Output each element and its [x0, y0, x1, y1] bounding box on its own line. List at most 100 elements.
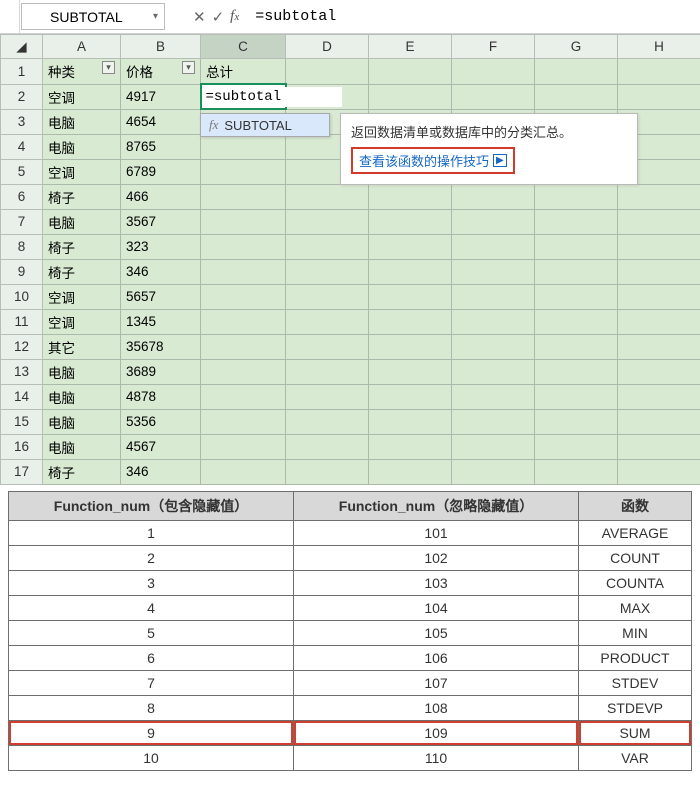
cell-C16[interactable]: [201, 434, 286, 459]
cell-A15[interactable]: 电脑: [43, 409, 121, 434]
cell-F14[interactable]: [452, 384, 535, 409]
cell-A17[interactable]: 椅子: [43, 459, 121, 484]
confirm-icon[interactable]: ✓: [212, 8, 225, 26]
row-header[interactable]: 1: [1, 59, 43, 85]
cell-H2[interactable]: [618, 84, 700, 109]
col-header-A[interactable]: A: [43, 35, 121, 59]
filter-icon[interactable]: ▾: [182, 61, 195, 74]
cell-G1[interactable]: [535, 59, 618, 85]
cell-E8[interactable]: [369, 234, 452, 259]
chevron-down-icon[interactable]: ▾: [153, 11, 158, 22]
row-header[interactable]: 7: [1, 209, 43, 234]
cell-H7[interactable]: [618, 209, 700, 234]
cancel-icon[interactable]: ✕: [193, 8, 206, 26]
cell-F12[interactable]: [452, 334, 535, 359]
cell-E2[interactable]: [369, 84, 452, 109]
cell-H11[interactable]: [618, 309, 700, 334]
autocomplete-item[interactable]: fx SUBTOTAL: [201, 114, 329, 136]
cell-B17[interactable]: 346: [121, 459, 201, 484]
cell-F6[interactable]: [452, 184, 535, 209]
cell-F17[interactable]: [452, 459, 535, 484]
cell-F8[interactable]: [452, 234, 535, 259]
cell-A5[interactable]: 空调: [43, 159, 121, 184]
cell-E1[interactable]: [369, 59, 452, 85]
cell-D13[interactable]: [286, 359, 369, 384]
cell-D15[interactable]: [286, 409, 369, 434]
cell-D1[interactable]: [286, 59, 369, 85]
cell-A6[interactable]: 椅子: [43, 184, 121, 209]
cell-C7[interactable]: [201, 209, 286, 234]
cell-A16[interactable]: 电脑: [43, 434, 121, 459]
col-header-D[interactable]: D: [286, 35, 369, 59]
cell-D12[interactable]: [286, 334, 369, 359]
cell-H6[interactable]: [618, 184, 700, 209]
cell-A12[interactable]: 其它: [43, 334, 121, 359]
cell-G14[interactable]: [535, 384, 618, 409]
cell-A1[interactable]: 种类▾: [43, 59, 121, 85]
cell-H10[interactable]: [618, 284, 700, 309]
cell-F15[interactable]: [452, 409, 535, 434]
cell-B8[interactable]: 323: [121, 234, 201, 259]
cell-C6[interactable]: [201, 184, 286, 209]
cell-D6[interactable]: [286, 184, 369, 209]
row-header[interactable]: 8: [1, 234, 43, 259]
col-header-F[interactable]: F: [452, 35, 535, 59]
cell-C9[interactable]: [201, 259, 286, 284]
cell-F2[interactable]: [452, 84, 535, 109]
cell-G9[interactable]: [535, 259, 618, 284]
row-header[interactable]: 17: [1, 459, 43, 484]
cell-B5[interactable]: 6789: [121, 159, 201, 184]
cell-C10[interactable]: [201, 284, 286, 309]
filter-icon[interactable]: ▾: [102, 61, 115, 74]
cell-C14[interactable]: [201, 384, 286, 409]
tooltip-link[interactable]: 查看该函数的操作技巧 ▶: [351, 147, 515, 174]
cell-E14[interactable]: [369, 384, 452, 409]
cell-H9[interactable]: [618, 259, 700, 284]
cell-C2[interactable]: =subtotal: [201, 84, 286, 109]
row-header[interactable]: 4: [1, 134, 43, 159]
cell-B6[interactable]: 466: [121, 184, 201, 209]
cell-F16[interactable]: [452, 434, 535, 459]
row-header[interactable]: 16: [1, 434, 43, 459]
cell-C17[interactable]: [201, 459, 286, 484]
cell-G12[interactable]: [535, 334, 618, 359]
cell-C4[interactable]: [201, 134, 286, 159]
cell-G10[interactable]: [535, 284, 618, 309]
cell-B15[interactable]: 5356: [121, 409, 201, 434]
cell-H15[interactable]: [618, 409, 700, 434]
cell-C5[interactable]: [201, 159, 286, 184]
cell-A2[interactable]: 空调: [43, 84, 121, 109]
cell-F1[interactable]: [452, 59, 535, 85]
cell-B16[interactable]: 4567: [121, 434, 201, 459]
cell-D14[interactable]: [286, 384, 369, 409]
active-cell-editor[interactable]: =subtotal: [202, 87, 342, 107]
cell-B10[interactable]: 5657: [121, 284, 201, 309]
cell-E11[interactable]: [369, 309, 452, 334]
fx-icon[interactable]: fx: [230, 8, 239, 25]
row-header[interactable]: 12: [1, 334, 43, 359]
cell-H1[interactable]: [618, 59, 700, 85]
cell-B9[interactable]: 346: [121, 259, 201, 284]
row-header[interactable]: 10: [1, 284, 43, 309]
cell-B7[interactable]: 3567: [121, 209, 201, 234]
row-header[interactable]: 13: [1, 359, 43, 384]
cell-H8[interactable]: [618, 234, 700, 259]
row-header[interactable]: 6: [1, 184, 43, 209]
cell-G16[interactable]: [535, 434, 618, 459]
cell-A7[interactable]: 电脑: [43, 209, 121, 234]
cell-D7[interactable]: [286, 209, 369, 234]
row-header[interactable]: 2: [1, 84, 43, 109]
cell-C12[interactable]: [201, 334, 286, 359]
select-all-corner[interactable]: ◢: [1, 35, 43, 59]
cell-F10[interactable]: [452, 284, 535, 309]
cell-D11[interactable]: [286, 309, 369, 334]
cell-G15[interactable]: [535, 409, 618, 434]
cell-E16[interactable]: [369, 434, 452, 459]
cell-B3[interactable]: 4654: [121, 109, 201, 134]
cell-A14[interactable]: 电脑: [43, 384, 121, 409]
row-header[interactable]: 9: [1, 259, 43, 284]
cell-H12[interactable]: [618, 334, 700, 359]
col-header-H[interactable]: H: [618, 35, 700, 59]
cell-D17[interactable]: [286, 459, 369, 484]
cell-B13[interactable]: 3689: [121, 359, 201, 384]
